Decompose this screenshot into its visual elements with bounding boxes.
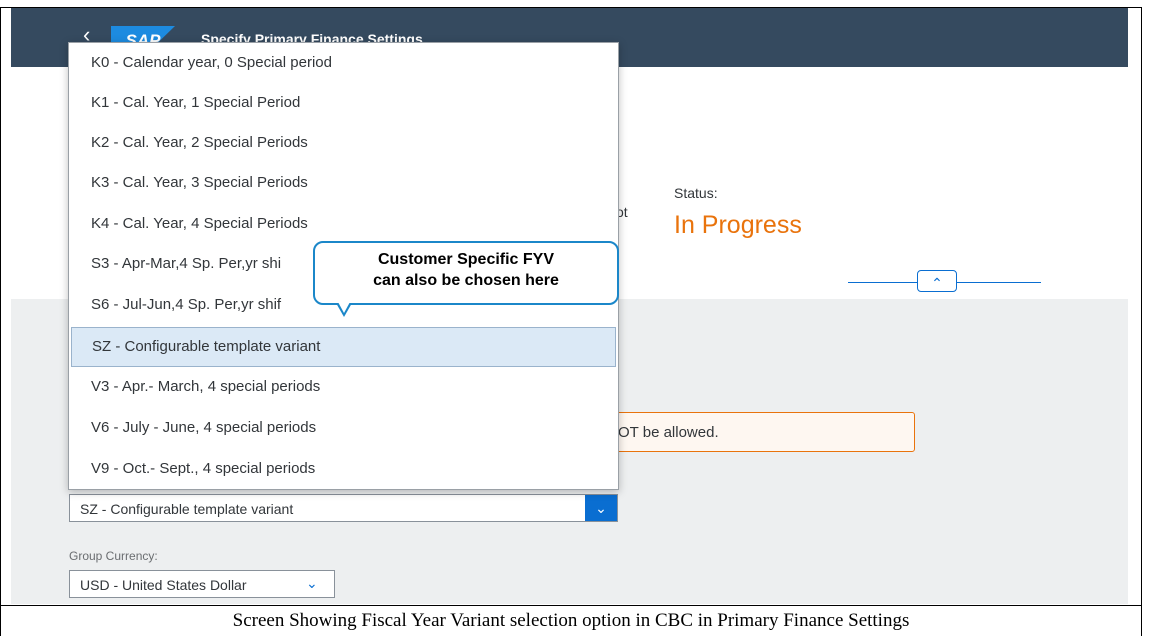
document-frame-right (1141, 7, 1142, 636)
option-label: K0 - Calendar year, 0 Special period (91, 54, 332, 71)
group-currency-value: USD - United States Dollar (80, 577, 247, 593)
figure-caption: Screen Showing Fiscal Year Variant selec… (232, 610, 910, 631)
chevron-down-icon[interactable]: ⌄ (585, 495, 617, 521)
document-frame-left (0, 7, 1, 636)
callout-line-2: can also be chosen here (373, 272, 559, 289)
fiscal-year-variant-select[interactable]: SZ - Configurable template variant ⌄ (69, 494, 618, 522)
group-currency-label: Group Currency: (69, 549, 158, 563)
dropdown-option[interactable]: K2 - Cal. Year, 2 Special Periods (69, 123, 618, 163)
option-label: V6 - July - June, 4 special periods (91, 419, 317, 436)
caption-separator (0, 605, 1142, 606)
warning-text: OT be allowed. (618, 424, 719, 441)
option-label: S3 - Apr-Mar,4 Sp. Per,yr shi (91, 255, 282, 272)
group-currency-select[interactable]: USD - United States Dollar ⌄ (69, 570, 335, 598)
option-label: V9 - Oct.- Sept., 4 special periods (91, 460, 316, 477)
dropdown-option[interactable]: V6 - July - June, 4 special periods (69, 408, 618, 448)
option-label: K3 - Cal. Year, 3 Special Periods (91, 174, 308, 191)
option-label: S6 - Jul-Jun,4 Sp. Per,yr shif (91, 296, 282, 313)
chevron-down-icon[interactable]: ⌄ (306, 575, 318, 592)
option-label: K4 - Cal. Year, 4 Special Periods (91, 215, 308, 232)
dropdown-option[interactable]: V9 - Oct.- Sept., 4 special periods (69, 449, 618, 489)
dropdown-option[interactable]: V3 - Apr.- March, 4 special periods (69, 367, 618, 407)
annotation-callout: Customer Specific FYV can also be chosen… (313, 241, 619, 305)
dropdown-option[interactable]: K1 - Cal. Year, 1 Special Period (69, 83, 618, 123)
app-screenshot: ‹ SAP Specify Primary Finance Settings o… (11, 8, 1128, 604)
fiscal-year-variant-value: SZ - Configurable template variant (80, 501, 294, 517)
callout-pointer-fill (338, 302, 350, 313)
option-label: V3 - Apr.- March, 4 special periods (91, 378, 321, 395)
dropdown-option-selected[interactable]: SZ - Configurable template variant (71, 327, 616, 367)
chevron-up-icon: ⌃ (931, 275, 943, 291)
option-label: K1 - Cal. Year, 1 Special Period (91, 94, 301, 111)
warning-message-strip: OT be allowed. (591, 412, 915, 452)
collapse-header-button[interactable]: ⌃ (917, 270, 957, 292)
option-label: K2 - Cal. Year, 2 Special Periods (91, 134, 308, 151)
status-value: In Progress (674, 211, 802, 239)
dropdown-option[interactable]: K3 - Cal. Year, 3 Special Periods (69, 163, 618, 203)
option-label: SZ - Configurable template variant (92, 338, 321, 355)
callout-line-1: Customer Specific FYV (377, 251, 555, 268)
dropdown-option[interactable]: K0 - Calendar year, 0 Special period (69, 43, 618, 83)
status-label: Status: (674, 185, 718, 201)
dropdown-option[interactable]: K4 - Cal. Year, 4 Special Periods (69, 204, 618, 244)
